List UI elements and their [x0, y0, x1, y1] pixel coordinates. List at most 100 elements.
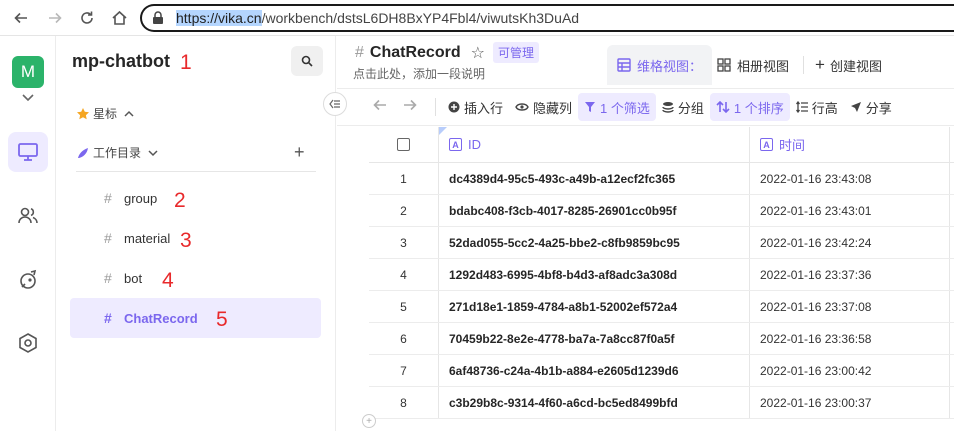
starred-section[interactable]: 星标: [76, 105, 138, 122]
time-cell[interactable]: 2022-01-16 23:00:37: [750, 387, 950, 418]
select-all-checkbox[interactable]: [397, 138, 410, 151]
datasheet-title[interactable]: ChatRecord: [370, 44, 461, 62]
create-view-button[interactable]: + 创建视图: [805, 45, 892, 85]
tab-gallery-view[interactable]: 相册视图: [707, 45, 799, 85]
starred-label: 星标: [93, 107, 118, 121]
hide-columns-button[interactable]: 隐藏列: [509, 93, 578, 121]
redo-icon[interactable]: [399, 98, 429, 116]
members-nav-icon[interactable]: [8, 196, 48, 236]
star-outline-icon[interactable]: ☆: [471, 43, 485, 63]
column-header-id[interactable]: A ID: [439, 127, 750, 162]
id-cell[interactable]: 271d18e1-1859-4784-a8b1-52002ef572a4: [439, 291, 750, 322]
reload-icon[interactable]: [72, 3, 102, 33]
chevron-down-icon[interactable]: [21, 92, 35, 102]
eye-icon: [515, 103, 529, 111]
id-cell[interactable]: c3b29b8c-9314-4f60-a6cd-bc5ed8499bfd: [439, 387, 750, 418]
insert-row-label: 插入行: [464, 100, 504, 116]
app-rail: M: [0, 36, 56, 431]
workdir-section[interactable]: 工作目录: [76, 144, 162, 161]
column-header-label: ID: [468, 137, 481, 152]
id-cell[interactable]: bdabc408-f3cb-4017-8285-26901cc0b95f: [439, 195, 750, 226]
datasheet-title-row: # ChatRecord ☆ 可管理: [355, 42, 539, 63]
time-cell[interactable]: 2022-01-16 23:42:24: [750, 227, 950, 258]
sidebar-item-chatrecord[interactable]: # ChatRecord: [70, 298, 321, 338]
insert-row-button[interactable]: 插入行: [442, 93, 509, 121]
row-index-cell[interactable]: 2: [369, 195, 439, 226]
row-height-button[interactable]: 行高: [790, 93, 844, 121]
filter-button[interactable]: 1 个筛选: [578, 93, 656, 121]
column-header-label: 时间: [779, 138, 806, 153]
collapse-sidebar-button[interactable]: [323, 92, 347, 116]
frozen-column-marker: [439, 127, 447, 135]
sidebar-item-bot[interactable]: # bot: [70, 258, 321, 298]
datasheet-hash-icon: #: [355, 43, 364, 61]
id-cell[interactable]: 6af48736-c24a-4b1b-a884-e2605d1239d6: [439, 355, 750, 386]
rocket-icon: [20, 269, 37, 289]
url-selected-text: https://vika.cn: [176, 10, 262, 26]
space-name: mp-chatbot: [72, 51, 170, 71]
sidebar-item-material[interactable]: # material: [70, 218, 321, 258]
share-label: 分享: [865, 100, 892, 116]
add-record-plus-icon[interactable]: +: [362, 414, 376, 428]
text-field-icon: A: [449, 138, 462, 151]
sidebar-item-label: ChatRecord: [124, 310, 198, 326]
table-row[interactable]: 7 6af48736-c24a-4b1b-a884-e2605d1239d6 202…: [369, 355, 954, 387]
row-index-cell[interactable]: 5: [369, 291, 439, 322]
tab-label: 相册视图: [737, 58, 790, 74]
select-all-cell[interactable]: [369, 127, 439, 162]
hide-columns-label: 隐藏列: [533, 100, 573, 116]
sidebar-item-label: group: [124, 190, 158, 206]
address-bar[interactable]: https://vika.cn/workbench/dstsL6DH8BxYP4…: [140, 4, 954, 32]
sort-icon: [716, 101, 730, 113]
datasheet-hash-icon: #: [104, 270, 112, 286]
workbench-nav-icon[interactable]: [8, 132, 48, 172]
row-index-cell[interactable]: 6: [369, 323, 439, 354]
home-icon[interactable]: [104, 3, 134, 33]
row-index-cell[interactable]: 8: [369, 387, 439, 418]
id-cell[interactable]: 70459b22-8e2e-4778-ba7a-7a8cc87f0a5f: [439, 323, 750, 354]
table-row[interactable]: 4 1292d483-6995-4bf8-b4d3-af8adc3a308d 202…: [369, 259, 954, 291]
table-row[interactable]: 6 70459b22-8e2e-4778-ba7a-7a8cc87f0a5f 202…: [369, 323, 954, 355]
row-index-cell[interactable]: 7: [369, 355, 439, 386]
description-field[interactable]: 点击此处，添加一段说明: [353, 65, 485, 82]
column-header-time[interactable]: A 时间: [750, 127, 950, 162]
datasheet-hash-icon: #: [104, 310, 112, 326]
time-cell[interactable]: 2022-01-16 23:43:08: [750, 163, 950, 194]
id-cell[interactable]: 52dad055-5cc2-4a25-bbe2-c8fb9859bc95: [439, 227, 750, 258]
time-cell[interactable]: 2022-01-16 23:00:42: [750, 355, 950, 386]
time-cell[interactable]: 2022-01-16 23:37:36: [750, 259, 950, 290]
space-avatar[interactable]: M: [12, 56, 44, 88]
users-icon: [18, 207, 38, 224]
grid-header-row: A ID A 时间: [369, 127, 954, 163]
monitor-icon: [18, 143, 38, 161]
time-cell[interactable]: 2022-01-16 23:37:08: [750, 291, 950, 322]
chevron-down-icon: [148, 149, 158, 156]
table-row[interactable]: 2 bdabc408-f3cb-4017-8285-26901cc0b95f 202…: [369, 195, 954, 227]
add-node-plus-icon[interactable]: +: [294, 142, 305, 163]
browser-toolbar: https://vika.cn/workbench/dstsL6DH8BxYP4…: [0, 0, 954, 36]
table-row[interactable]: 3 52dad055-5cc2-4a25-bbe2-c8fb9859bc95 202…: [369, 227, 954, 259]
share-button[interactable]: 分享: [844, 93, 898, 121]
sort-button[interactable]: 1 个排序: [709, 93, 790, 121]
workdir-label: 工作目录: [93, 146, 142, 160]
id-cell[interactable]: dc4389d4-95c5-493c-a49b-a12ecf2fc365: [439, 163, 750, 194]
plus-icon: +: [815, 55, 825, 74]
back-arrow-icon[interactable]: [6, 3, 36, 33]
forward-arrow-icon[interactable]: [40, 3, 70, 33]
time-cell[interactable]: 2022-01-16 23:43:01: [750, 195, 950, 226]
templates-nav-icon[interactable]: [8, 260, 48, 300]
table-row[interactable]: 1 dc4389d4-95c5-493c-a49b-a12ecf2fc365 202…: [369, 163, 954, 195]
table-row[interactable]: 5 271d18e1-1859-4784-a8b1-52002ef572a4 202…: [369, 291, 954, 323]
row-index-cell[interactable]: 3: [369, 227, 439, 258]
tab-grid-view[interactable]: 维格视图：: [607, 45, 713, 85]
sidebar-item-label: material: [124, 230, 171, 246]
table-row[interactable]: 8 c3b29b8c-9314-4f60-a6cd-bc5ed8499bfd 202…: [369, 387, 954, 419]
settings-nav-icon[interactable]: [8, 323, 48, 363]
id-cell[interactable]: 1292d483-6995-4bf8-b4d3-af8adc3a308d: [439, 259, 750, 290]
search-button[interactable]: [291, 46, 323, 76]
row-index-cell[interactable]: 1: [369, 163, 439, 194]
group-button[interactable]: 分组: [656, 93, 710, 121]
time-cell[interactable]: 2022-01-16 23:36:58: [750, 323, 950, 354]
sidebar-item-group[interactable]: # group: [70, 178, 321, 218]
row-index-cell[interactable]: 4: [369, 259, 439, 290]
